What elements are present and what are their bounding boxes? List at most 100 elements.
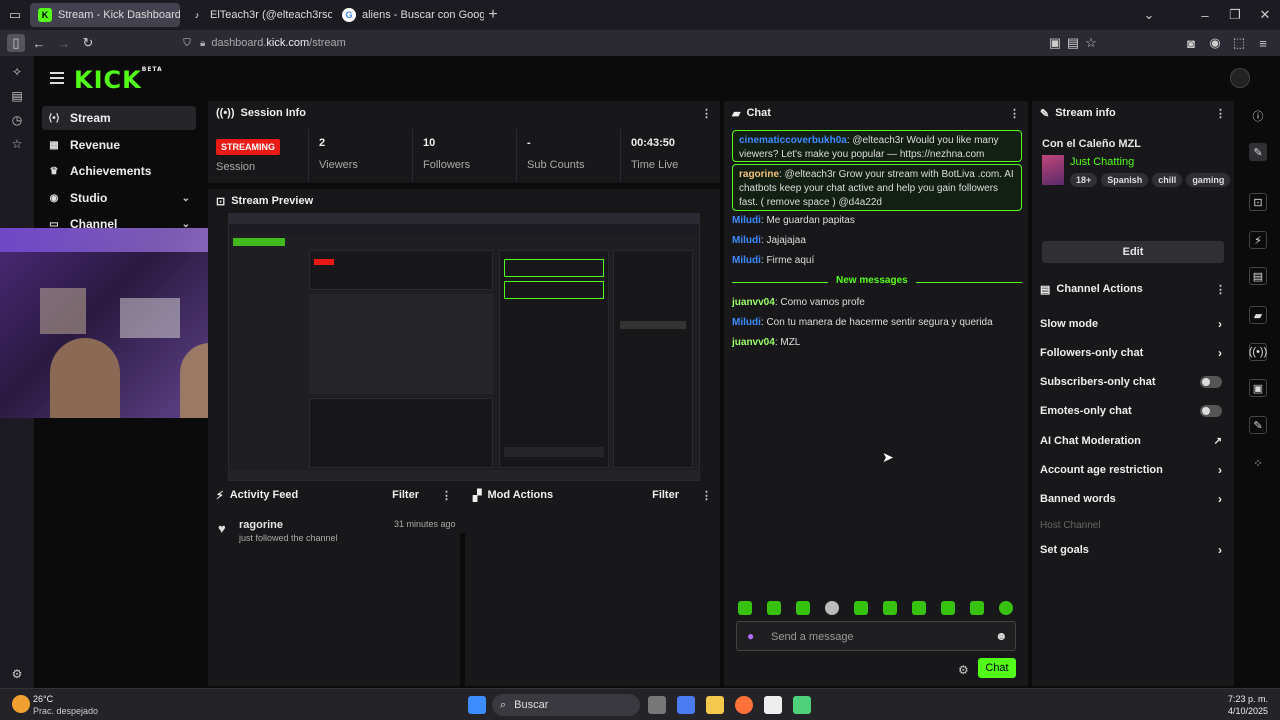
picture-icon[interactable]: ▣ <box>1046 34 1064 52</box>
ai-icon[interactable]: ✧ <box>9 64 25 80</box>
chat-tool-icon[interactable]: ▰ <box>1249 306 1267 324</box>
chat-username[interactable]: Miludi <box>732 235 761 246</box>
weather-desc[interactable]: Prac. despejado <box>33 706 98 716</box>
tag[interactable]: 18+ <box>1070 173 1098 187</box>
address-bar[interactable]: 🔒︎ dashboard.kick.com/stream <box>200 34 346 52</box>
actions-tool-icon[interactable]: ▣ <box>1249 379 1267 397</box>
chat-message[interactable]: Miludi: Firme aquí <box>732 254 1022 268</box>
more-options-icon[interactable]: ⋮ <box>1215 283 1226 296</box>
taskbar-search[interactable]: ⌕ Buscar <box>492 694 640 716</box>
windows-start-icon[interactable] <box>468 696 486 714</box>
emote-icon[interactable] <box>941 601 955 615</box>
weather-temp[interactable]: 26°C <box>33 694 53 704</box>
new-tab-icon[interactable]: + <box>484 6 502 24</box>
avatar[interactable] <box>1230 68 1250 88</box>
action-emotes-only[interactable]: Emotes-only chat <box>1032 398 1230 424</box>
category-thumbnail[interactable] <box>1042 155 1064 185</box>
chat-input-box[interactable]: ● Send a message ☻ <box>736 621 1016 651</box>
chat-username[interactable]: ragorine <box>739 169 779 180</box>
preview-tool-icon[interactable]: ⊡ <box>1249 193 1267 211</box>
more-options-icon[interactable]: ⋮ <box>1009 107 1020 120</box>
chat-message[interactable]: Miludi: Con tu manera de hacerme sentir … <box>732 316 1022 330</box>
emote-icon[interactable] <box>883 601 897 615</box>
info-icon[interactable]: ⓘ <box>1249 107 1267 125</box>
hamburger-menu-icon[interactable] <box>50 72 64 84</box>
shield-icon[interactable]: ⛉ <box>178 34 196 52</box>
chat-input-placeholder[interactable]: Send a message <box>771 631 854 643</box>
action-set-goals[interactable]: Set goals › <box>1032 537 1230 563</box>
category-link[interactable]: Just Chatting <box>1070 156 1134 168</box>
chat-username[interactable]: Miludi <box>732 255 761 266</box>
weather-icon[interactable] <box>12 695 30 713</box>
toggle-switch[interactable] <box>1200 405 1222 417</box>
settings-gear-icon[interactable]: ⚙ <box>9 666 25 682</box>
action-subscribers-only[interactable]: Subscribers-only chat <box>1032 369 1230 395</box>
chevron-down-icon[interactable]: ⌄ <box>1140 6 1158 24</box>
app-icon[interactable] <box>793 696 811 714</box>
synced-tabs-icon[interactable]: ▤ <box>9 88 25 104</box>
menu-icon[interactable]: ≡ <box>1254 34 1272 52</box>
bookmarks-icon[interactable]: ☆ <box>9 136 25 152</box>
tab-kick-dashboard[interactable]: K Stream - Kick Dashboard ✕ <box>30 3 180 27</box>
emoji-icon[interactable]: ☻ <box>995 629 1008 643</box>
chat-message[interactable]: cinematiccoverbukh0a: @elteach3r Would y… <box>732 130 1022 162</box>
screenshot-icon[interactable]: ◙ <box>1182 34 1200 52</box>
chat-username[interactable]: Miludi <box>732 317 761 328</box>
task-view-icon[interactable] <box>648 696 666 714</box>
chat-username[interactable]: Miludi <box>732 215 761 226</box>
emote-icon[interactable] <box>970 601 984 615</box>
chat-username[interactable]: juanvv04 <box>732 337 775 348</box>
tag[interactable]: Spanish <box>1101 173 1149 187</box>
action-account-age[interactable]: Account age restriction › <box>1032 457 1230 483</box>
tab-google[interactable]: G aliens - Buscar con Google ✕ <box>334 3 484 27</box>
activity-user[interactable]: ragorine <box>239 519 283 531</box>
tab-list-icon[interactable]: ▭ <box>6 6 24 24</box>
stream-preview-video[interactable] <box>228 213 700 481</box>
sidebar-toggle-icon[interactable]: ▯ <box>7 34 25 52</box>
nav-item-achievements[interactable]: ♛ Achievements <box>42 159 196 183</box>
account-icon[interactable]: ◉ <box>1206 34 1224 52</box>
chat-username[interactable]: cinematiccoverbukh0a <box>739 135 847 146</box>
microphone-icon[interactable]: ● <box>747 629 754 643</box>
emote-icon[interactable] <box>738 601 752 615</box>
history-icon[interactable]: ◷ <box>9 112 25 128</box>
tag[interactable]: chill <box>1152 173 1183 187</box>
reload-icon[interactable]: ↻ <box>79 34 97 52</box>
document-icon[interactable]: ▤ <box>1249 267 1267 285</box>
chat-message[interactable]: Miludi: Me guardan papitas <box>732 214 1022 228</box>
clock-time[interactable]: 7:23 p. m. <box>1180 694 1268 704</box>
close-window-icon[interactable]: ✕ <box>1256 6 1274 24</box>
clock-date[interactable]: 4/10/2025 <box>1180 706 1268 716</box>
back-icon[interactable]: ← <box>30 34 48 52</box>
action-banned-words[interactable]: Banned words › <box>1032 486 1230 512</box>
tag[interactable]: gaming <box>1186 173 1231 187</box>
nav-item-studio[interactable]: ◉ Studio ⌄ <box>42 186 196 210</box>
more-options-icon[interactable]: ⋮ <box>701 489 712 502</box>
toggle-switch[interactable] <box>1200 376 1222 388</box>
emote-icon[interactable] <box>825 601 839 615</box>
chat-send-button[interactable]: Chat <box>978 658 1016 678</box>
copilot-icon[interactable] <box>677 696 695 714</box>
more-options-icon[interactable]: ⋮ <box>1215 107 1226 120</box>
chat-username[interactable]: juanvv04 <box>732 297 775 308</box>
action-ai-moderation[interactable]: AI Chat Moderation ↗ <box>1032 428 1230 454</box>
more-options-icon[interactable]: ⋮ <box>701 107 712 120</box>
emote-icon[interactable] <box>796 601 810 615</box>
nav-item-stream[interactable]: ⟨•⟩ Stream <box>42 106 196 130</box>
file-explorer-icon[interactable] <box>706 696 724 714</box>
firefox-icon[interactable] <box>735 696 753 714</box>
wrench-tool-icon[interactable]: ✎ <box>1249 416 1267 434</box>
edit-button[interactable]: Edit <box>1042 241 1224 263</box>
reader-icon[interactable]: ▤ <box>1064 34 1082 52</box>
pencil-icon[interactable]: ✎ <box>1249 143 1267 161</box>
lightning-icon[interactable]: ⚡︎ <box>1249 231 1267 249</box>
extensions-icon[interactable]: ⬚ <box>1230 34 1248 52</box>
filter-button[interactable]: Filter <box>392 489 419 501</box>
chat-message[interactable]: juanvv04: MZL <box>732 336 1022 350</box>
emote-icon[interactable] <box>854 601 868 615</box>
more-options-icon[interactable]: ⋮ <box>441 489 452 502</box>
chat-message[interactable]: juanvv04: Como vamos profe <box>732 296 1022 310</box>
nav-item-revenue[interactable]: ▦ Revenue <box>42 133 196 157</box>
restore-icon[interactable]: ❐ <box>1226 6 1244 24</box>
emote-icon[interactable] <box>999 601 1013 615</box>
